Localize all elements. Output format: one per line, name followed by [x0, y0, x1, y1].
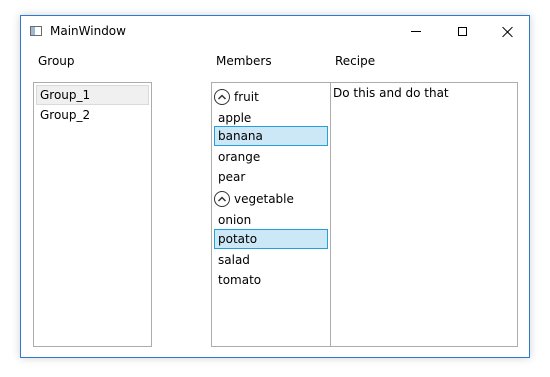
members-listbox[interactable]: fruit apple banana orange pear vegetable…: [212, 83, 330, 346]
member-item-banana[interactable]: banana: [214, 126, 328, 146]
column-separator: [330, 83, 331, 346]
group-listbox[interactable]: Group_1 Group_2: [33, 82, 152, 347]
minimize-icon: [411, 31, 421, 32]
group-header-label: fruit: [234, 90, 259, 104]
member-item-pear[interactable]: pear: [214, 167, 328, 187]
close-button[interactable]: [485, 16, 531, 47]
recipe-text: Do this and do that: [333, 86, 449, 100]
member-item-orange[interactable]: orange: [214, 147, 328, 167]
group-header-label: vegetable: [234, 192, 294, 206]
maximize-button[interactable]: [439, 16, 485, 47]
chevron-up-icon[interactable]: [214, 89, 230, 105]
members-label: Members: [216, 54, 272, 68]
member-item-onion[interactable]: onion: [214, 210, 328, 230]
minimize-button[interactable]: [393, 16, 439, 47]
group-item-2[interactable]: Group_2: [36, 105, 149, 125]
group-label: Group: [38, 54, 75, 68]
group-item-1[interactable]: Group_1: [36, 85, 149, 105]
member-item-apple[interactable]: apple: [214, 108, 328, 128]
member-item-potato[interactable]: potato: [214, 229, 328, 249]
recipe-textbox[interactable]: Do this and do that: [333, 86, 514, 343]
title-bar[interactable]: MainWindow: [21, 16, 529, 47]
member-item-tomato[interactable]: tomato: [214, 270, 328, 290]
member-item-salad[interactable]: salad: [214, 250, 328, 270]
close-icon: [502, 26, 514, 38]
recipe-label: Recipe: [335, 54, 376, 68]
main-window: MainWindow Group Members Recipe Group_1 …: [20, 15, 530, 358]
chevron-up-icon[interactable]: [214, 191, 230, 207]
group-header-vegetable[interactable]: vegetable: [214, 187, 294, 211]
maximize-icon: [457, 27, 467, 36]
window-app-icon: [30, 26, 42, 36]
members-recipe-panel: fruit apple banana orange pear vegetable…: [211, 82, 518, 347]
group-header-fruit[interactable]: fruit: [214, 85, 259, 109]
window-title: MainWindow: [50, 24, 126, 38]
